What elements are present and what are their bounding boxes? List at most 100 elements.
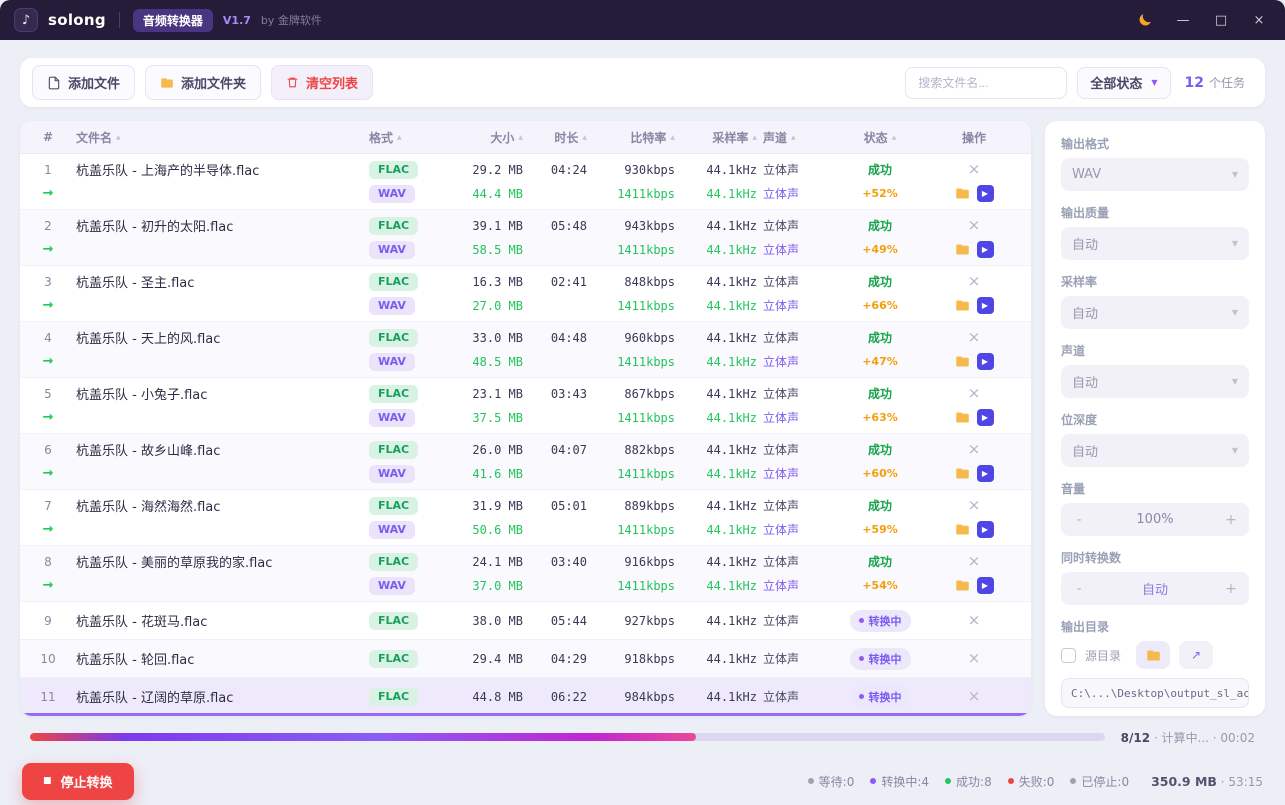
stop-conversion-button[interactable]: ■ 停止转换	[22, 762, 134, 800]
column-header-format[interactable]: 格式 ▲	[369, 129, 441, 146]
remove-file-button[interactable]: ×	[968, 386, 981, 401]
table-row[interactable]: 5 → 杭盖乐队 - 小兔子.flac FLAC WAV 23.1 MB 37.…	[20, 378, 1031, 434]
table-row[interactable]: 11 → 杭盖乐队 - 辽阔的草原.flac FLAC 44.8 MB 06:2…	[20, 678, 1031, 716]
search-input[interactable]	[905, 66, 1068, 99]
open-file-folder-button[interactable]	[955, 242, 970, 257]
table-row[interactable]: 6 → 杭盖乐队 - 故乡山峰.flac FLAC WAV 26.0 MB 41…	[20, 434, 1031, 490]
theme-toggle-button[interactable]	[1127, 6, 1163, 34]
table-row[interactable]: 1 → 杭盖乐队 - 上海产的半导体.flac FLAC WAV 29.2 MB…	[20, 154, 1031, 210]
converted-arrow-icon: →	[42, 410, 54, 425]
open-file-folder-button[interactable]	[955, 298, 970, 313]
table-row[interactable]: 8 → 杭盖乐队 - 美丽的草原我的家.flac FLAC WAV 24.1 M…	[20, 546, 1031, 602]
status-success-label: 成功	[867, 555, 892, 569]
column-header-samplerate[interactable]: 采样率 ▲	[681, 129, 763, 146]
choose-folder-button[interactable]	[1136, 641, 1171, 669]
play-file-button[interactable]: ▶	[976, 297, 994, 314]
open-output-dir-button[interactable]: ↗	[1179, 641, 1214, 669]
remove-file-button[interactable]: ×	[968, 689, 981, 704]
remove-file-button[interactable]: ×	[968, 613, 981, 628]
table-row[interactable]: 9 → 杭盖乐队 - 花斑马.flac FLAC 38.0 MB 05:44 9…	[20, 602, 1031, 640]
remove-file-button[interactable]: ×	[968, 218, 981, 233]
converted-arrow-icon: →	[42, 522, 54, 537]
remove-file-button[interactable]: ×	[968, 162, 981, 177]
column-header-filename[interactable]: 文件名 ▲	[68, 129, 369, 146]
table-row[interactable]: 2 → 杭盖乐队 - 初升的太阳.flac FLAC WAV 39.1 MB 5…	[20, 210, 1031, 266]
add-file-button[interactable]: 添加文件	[32, 65, 136, 100]
column-header-duration[interactable]: 时长 ▲	[529, 129, 593, 146]
add-folder-button[interactable]: 添加文件夹	[145, 65, 262, 100]
remove-file-button[interactable]: ×	[968, 442, 981, 457]
open-file-folder-button[interactable]	[955, 578, 970, 593]
folder-icon	[955, 580, 969, 591]
remove-file-button[interactable]: ×	[968, 498, 981, 513]
column-header-status[interactable]: 状态 ▲	[835, 129, 925, 146]
remove-file-button[interactable]: ×	[968, 554, 981, 569]
bitrate-cell: 848kbps 1411kbps	[617, 274, 675, 313]
open-file-folder-button[interactable]	[955, 522, 970, 537]
channels-field: 声道 自动 ▼	[1061, 342, 1249, 398]
clear-list-button[interactable]: 清空列表	[271, 65, 374, 100]
operations-cell: × ▶	[925, 384, 1023, 427]
trash-icon	[287, 77, 298, 88]
bit-depth-select[interactable]: 自动 ▼	[1061, 434, 1249, 467]
remove-file-button[interactable]: ×	[968, 330, 981, 345]
sample-rate-select[interactable]: 自动 ▼	[1061, 296, 1249, 329]
format-cell: FLAC WAV	[369, 552, 441, 595]
column-header-bitrate[interactable]: 比特率 ▲	[593, 129, 681, 146]
source-dir-label: 源目录	[1085, 648, 1122, 663]
play-file-button[interactable]: ▶	[976, 241, 994, 258]
play-file-button[interactable]: ▶	[976, 577, 994, 594]
remove-file-button[interactable]: ×	[968, 274, 981, 289]
open-file-folder-button[interactable]	[955, 466, 970, 481]
bitrate-cell: 943kbps 1411kbps	[617, 218, 675, 257]
concurrent-decrease-button[interactable]: -	[1065, 581, 1093, 597]
source-format-badge: FLAC	[369, 384, 419, 403]
channels-cell: 立体声 立体声	[763, 331, 800, 369]
format-cell: FLAC WAV	[369, 328, 441, 371]
concurrent-increase-button[interactable]: +	[1217, 581, 1245, 597]
maximize-button[interactable]: □	[1203, 6, 1239, 34]
play-file-button[interactable]: ▶	[976, 185, 994, 202]
app-title: 音频转换器	[132, 8, 213, 32]
filename-cell: 杭盖乐队 - 上海产的半导体.flac	[76, 164, 260, 179]
open-file-folder-button[interactable]	[955, 354, 970, 369]
status-filter-dropdown[interactable]: 全部状态 ▼	[1077, 66, 1171, 99]
minimize-button[interactable]: —	[1165, 6, 1201, 34]
maximize-icon: □	[1214, 12, 1228, 28]
volume-increase-button[interactable]: +	[1217, 512, 1245, 528]
converted-arrow-icon: →	[42, 298, 54, 313]
operations-cell: × ▶	[925, 611, 1023, 630]
volume-decrease-button[interactable]: -	[1065, 512, 1093, 528]
samplerate-cell: 44.1kHz 44.1kHz	[706, 218, 757, 257]
table-scrollbar[interactable]	[20, 713, 1031, 716]
target-format-badge: WAV	[369, 296, 415, 315]
play-file-button[interactable]: ▶	[976, 521, 994, 538]
status-success-label: 成功	[867, 331, 892, 345]
remove-file-button[interactable]: ×	[968, 651, 981, 666]
channels-select[interactable]: 自动 ▼	[1061, 365, 1249, 398]
chevron-down-icon: ▼	[1231, 446, 1238, 455]
play-file-button[interactable]: ▶	[976, 353, 994, 370]
play-file-button[interactable]: ▶	[976, 465, 994, 482]
target-format-badge: WAV	[369, 576, 415, 595]
open-file-folder-button[interactable]	[955, 186, 970, 201]
duration-cell: 02:41	[550, 274, 587, 289]
table-row[interactable]: 3 → 杭盖乐队 - 圣主.flac FLAC WAV 16.3 MB 27.0…	[20, 266, 1031, 322]
output-format-select[interactable]: WAV ▼	[1061, 158, 1249, 191]
table-row[interactable]: 4 → 杭盖乐队 - 天上的风.flac FLAC WAV 33.0 MB 48…	[20, 322, 1031, 378]
operations-cell: × ▶	[925, 649, 1023, 668]
source-format-badge: FLAC	[369, 687, 419, 706]
close-button[interactable]: ×	[1241, 6, 1277, 34]
table-row[interactable]: 10 → 杭盖乐队 - 轮回.flac FLAC 29.4 MB 04:29 9…	[20, 640, 1031, 678]
table-row[interactable]: 7 → 杭盖乐队 - 海然海然.flac FLAC WAV 31.9 MB 50…	[20, 490, 1031, 546]
source-dir-checkbox[interactable]	[1061, 647, 1076, 663]
play-file-button[interactable]: ▶	[976, 409, 994, 426]
output-path-field[interactable]: C:\...\Desktop\output_sl_ac	[1061, 678, 1249, 708]
filename-cell: 杭盖乐队 - 初升的太阳.flac	[76, 220, 234, 235]
open-file-folder-button[interactable]	[955, 410, 970, 425]
column-header-size[interactable]: 大小 ▲	[441, 129, 529, 146]
column-header-channels[interactable]: 声道 ▲	[763, 129, 835, 146]
status-summary: 等待:0 转换中:4 成功:8 失败:0 已停止:0 350.9 MB · 53…	[807, 773, 1263, 790]
index-cell: 2 →	[42, 218, 54, 258]
output-quality-select[interactable]: 自动 ▼	[1061, 227, 1249, 260]
